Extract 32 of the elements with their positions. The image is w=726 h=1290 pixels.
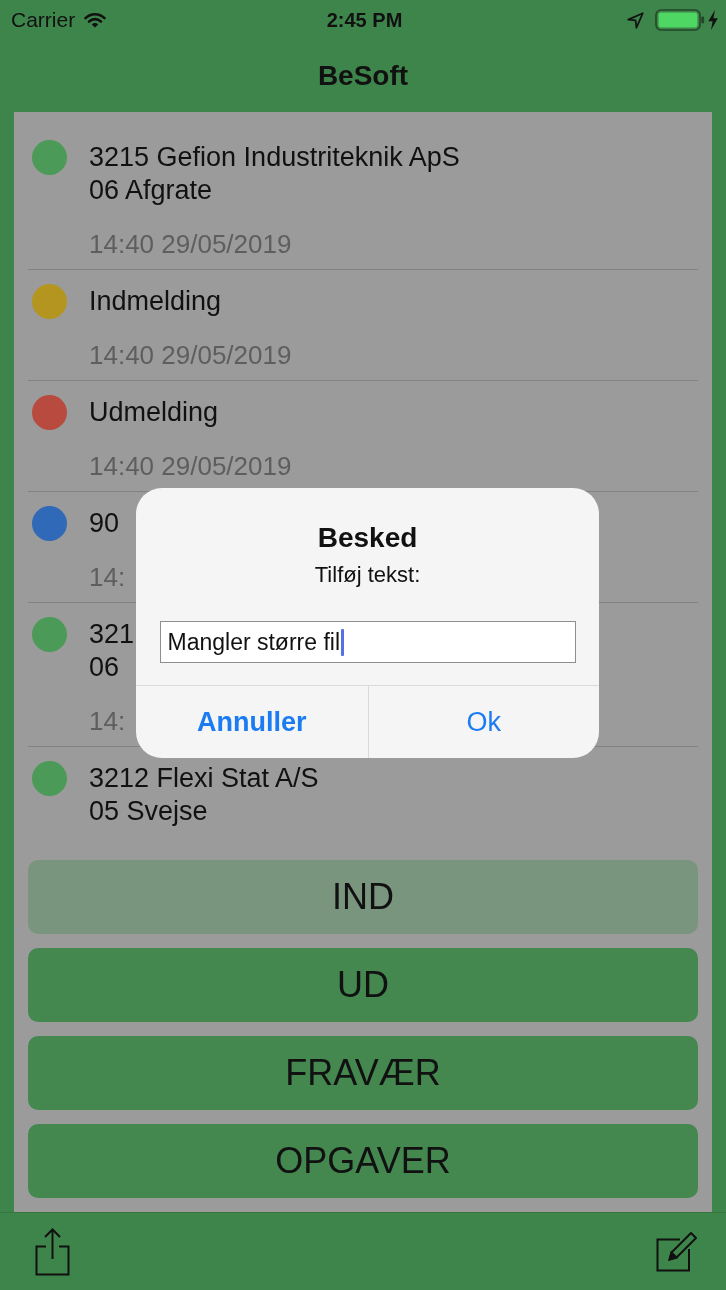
list-row[interactable]: Indmelding 14:40 29/05/2019	[28, 270, 698, 381]
entry-timestamp: 14:40 29/05/2019	[89, 229, 292, 259]
entry-detail: 05 Svejse	[89, 795, 208, 828]
pencil-square-icon[interactable]	[656, 1231, 698, 1272]
entry-title: Udmelding	[89, 396, 219, 429]
charging-bolt-icon	[708, 10, 718, 30]
action-button[interactable]: FRAVÆR	[28, 1036, 698, 1110]
entry-title: 3215 Gefion Industriteknik ApS	[89, 141, 460, 174]
entry-detail: 06	[89, 651, 120, 684]
carrier-label: Carrier	[11, 8, 76, 32]
wifi-icon	[84, 12, 107, 28]
share-icon[interactable]	[35, 1228, 70, 1276]
dialog-message: Tilføj tekst:	[314, 561, 421, 589]
entry-title: Indmelding	[89, 285, 222, 318]
location-arrow-icon	[627, 11, 644, 29]
entry-timestamp: 14:40 29/05/2019	[89, 340, 292, 370]
entry-timestamp: 14:	[89, 562, 126, 592]
entry-timestamp: 14:	[89, 706, 126, 736]
list-row[interactable]: 3215 Gefion Industriteknik ApS 06 Afgrate 14:40 29/05/2019	[28, 126, 698, 270]
entry-detail: 06 Afgrate	[89, 174, 213, 207]
status-time: 2:45 PM	[326, 8, 403, 32]
text-field[interactable]: Mangler større fil	[159, 621, 576, 663]
entry-title: 321	[89, 618, 135, 651]
action-button[interactable]: UD	[28, 948, 698, 1022]
entry-title: 3212 Flexi Stat A/S	[89, 762, 319, 795]
dialog-title: Besked	[317, 521, 418, 555]
action-button[interactable]: OPGAVER	[28, 1124, 698, 1198]
battery-icon	[655, 9, 705, 31]
entry-timestamp: 14:40 29/05/2019	[89, 451, 292, 481]
entry-title: 90	[89, 507, 120, 540]
screen-title: BeSoft	[317, 60, 409, 92]
ok-button[interactable]: Ok	[367, 686, 599, 758]
